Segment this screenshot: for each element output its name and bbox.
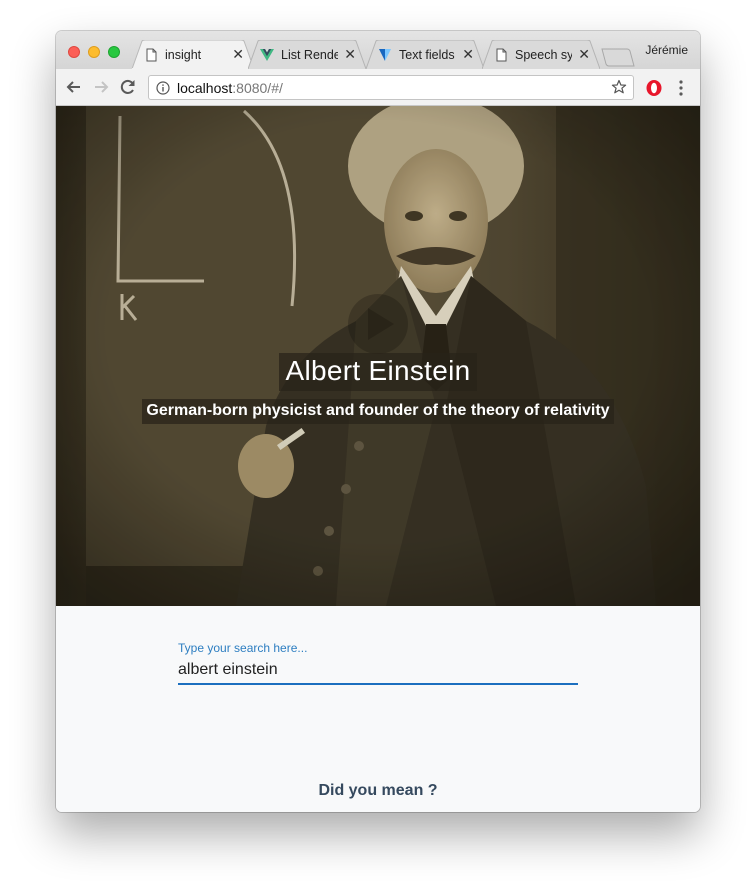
close-tab-icon[interactable]: ✕ [232,46,244,63]
hero-title: Albert Einstein [279,353,477,391]
search-label: Type your search here... [178,641,308,655]
back-arrow-icon[interactable] [64,77,84,97]
vuetify-icon [379,48,391,61]
profile-name[interactable]: Jérémie [645,43,688,57]
browser-toolbar: localhost:8080/#/ [56,69,700,106]
opera-icon[interactable] [645,79,663,97]
did-you-mean-heading: Did you mean ? [318,782,438,799]
close-tab-icon[interactable]: ✕ [578,46,590,63]
url-path: :8080/#/ [232,80,283,96]
tab-title: Speech syn [515,47,573,62]
page-icon [146,48,157,61]
hero-subtitle-wrap: German-born physicist and founder of the… [56,399,700,424]
page-icon [496,48,507,61]
close-window-button[interactable] [68,46,80,58]
bookmark-star-icon[interactable] [611,79,627,95]
hero-banner: Albert Einstein German-born physicist an… [56,106,700,606]
maximize-window-button[interactable] [108,46,120,58]
vue-icon [260,48,274,61]
hero-title-wrap: Albert Einstein [56,353,700,391]
info-icon[interactable] [156,81,170,95]
minimize-window-button[interactable] [88,46,100,58]
browser-window: insight ✕ List Render ✕ Text field [56,31,700,812]
search-input[interactable] [178,657,578,685]
tab-insight[interactable]: insight ✕ [132,40,254,69]
page-content: Albert Einstein German-born physicist an… [56,106,700,812]
tab-title: insight [165,47,202,62]
menu-dots-icon[interactable] [676,79,686,97]
new-tab-button[interactable] [601,48,635,67]
tab-speech-synthesis[interactable]: Speech syn ✕ [482,40,600,69]
tab-title: List Render [281,47,339,62]
hero-subtitle: German-born physicist and founder of the… [142,399,614,424]
address-bar[interactable]: localhost:8080/#/ [148,75,634,100]
tab-list-rendering[interactable]: List Render ✕ [248,40,366,69]
tab-text-fields[interactable]: Text fields ✕ [366,40,484,69]
url-text: localhost:8080/#/ [177,80,283,96]
reload-icon[interactable] [118,77,138,97]
close-tab-icon[interactable]: ✕ [344,46,356,63]
tab-title: Text fields [399,47,455,62]
tab-strip: insight ✕ List Render ✕ Text field [56,31,700,69]
close-tab-icon[interactable]: ✕ [462,46,474,63]
url-host: localhost [177,80,233,96]
forward-arrow-icon[interactable] [91,77,111,97]
